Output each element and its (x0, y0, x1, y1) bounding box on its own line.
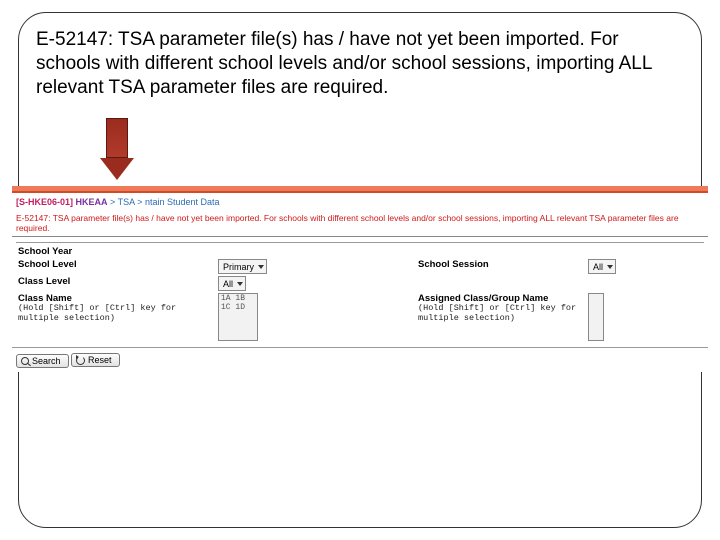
school-session-value: All (593, 262, 603, 272)
breadcrumb: [S-HKE06-01] HKEAA > TSA > ntain Student… (12, 195, 708, 213)
header-stripe (12, 186, 708, 193)
screen-code: [S-HKE06-01] (16, 197, 73, 207)
breadcrumb-seg-1: HKEAA (76, 197, 108, 207)
hint-class-name: (Hold [Shift] or [Ctrl] key for multiple… (18, 304, 218, 324)
callout-text: E-52147: TSA parameter file(s) has / hav… (36, 28, 684, 99)
button-row: Search Reset (12, 347, 708, 372)
reset-button-label: Reset (88, 355, 112, 365)
school-level-select[interactable]: Primary (218, 259, 267, 274)
app-screenshot: [S-HKE06-01] HKEAA > TSA > ntain Student… (12, 186, 708, 372)
chevron-down-icon (607, 265, 613, 269)
search-button-label: Search (32, 356, 61, 366)
chevron-down-icon (237, 282, 243, 286)
search-button[interactable]: Search (16, 354, 69, 368)
class-level-value: All (223, 279, 233, 289)
label-school-year: School Year (16, 246, 218, 257)
search-icon (21, 357, 29, 365)
class-level-select[interactable]: All (218, 276, 246, 291)
assigned-listbox[interactable] (588, 293, 604, 341)
school-level-value: Primary (223, 262, 254, 272)
label-class-level: Class Level (16, 276, 218, 287)
label-school-level: School Level (16, 259, 218, 270)
search-form: School Year School Level Primary School … (12, 237, 708, 343)
school-session-select[interactable]: All (588, 259, 616, 274)
hint-assigned: (Hold [Shift] or [Ctrl] key for multiple… (418, 304, 588, 324)
chevron-down-icon (258, 265, 264, 269)
class-name-listbox[interactable]: 1A 1B 1C 1D (218, 293, 258, 341)
label-school-session: School Session (418, 259, 588, 270)
down-arrow-icon (100, 118, 134, 182)
reset-icon (76, 356, 85, 365)
reset-button[interactable]: Reset (71, 353, 120, 367)
section-head (16, 241, 704, 243)
error-message: E-52147: TSA parameter file(s) has / hav… (12, 213, 708, 237)
breadcrumb-seg-2: TSA (118, 197, 135, 207)
breadcrumb-seg-3: ntain Student Data (145, 197, 220, 207)
